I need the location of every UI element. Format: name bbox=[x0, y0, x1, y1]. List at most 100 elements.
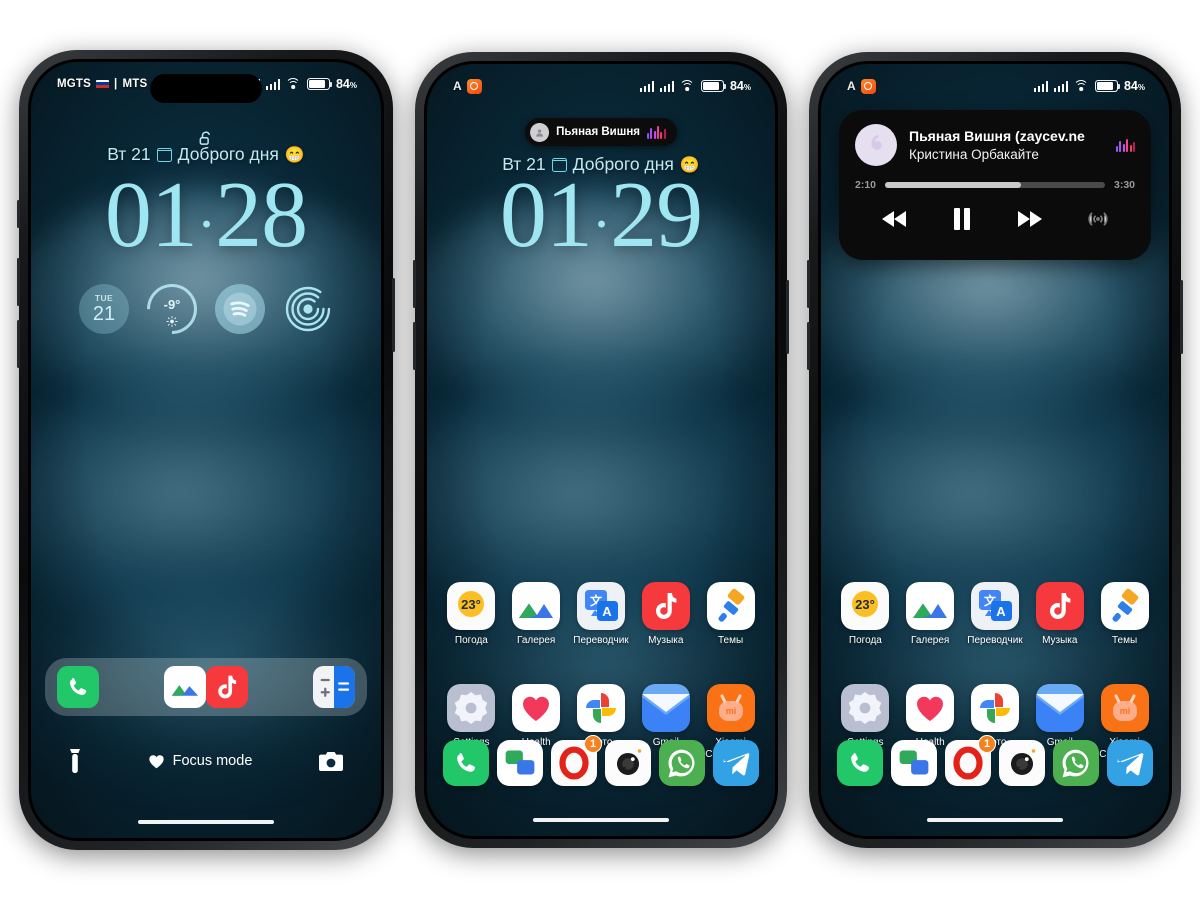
media-artist: Кристина Орбакайте bbox=[909, 146, 1039, 162]
volume-down-button[interactable] bbox=[807, 322, 810, 370]
dynamic-island[interactable] bbox=[150, 74, 262, 103]
volume-up-button[interactable] bbox=[17, 258, 20, 306]
phone-bezel: MGTS | MTS 84% Вт 21 Доброго дня 😁 01·28… bbox=[28, 59, 384, 841]
dock-icon-phone[interactable] bbox=[443, 740, 489, 786]
gallery-icon bbox=[512, 582, 561, 630]
media-player-card[interactable]: Пьяная Вишня (zaycev.ne Кристина Орбакай… bbox=[839, 110, 1151, 260]
focus-mode-indicator[interactable]: Focus mode bbox=[148, 753, 252, 769]
volume-up-button[interactable] bbox=[807, 260, 810, 308]
phone-3-screen[interactable]: A 84% Пьяная Вишня (zaycev.ne Кристина О… bbox=[821, 64, 1169, 836]
notification-badge-icon bbox=[860, 78, 876, 94]
power-button[interactable] bbox=[392, 278, 395, 352]
calendar-daynumber: 21 bbox=[92, 303, 116, 326]
app-label: Погода bbox=[848, 635, 882, 646]
app-music[interactable]: Музыка bbox=[637, 582, 695, 647]
dynamic-island-now-playing[interactable]: Пьяная Вишня bbox=[525, 118, 677, 146]
rewind-button[interactable] bbox=[881, 209, 909, 229]
dock-icon-messages[interactable] bbox=[497, 740, 543, 786]
track-avatar-icon bbox=[530, 122, 550, 142]
volume-down-button[interactable] bbox=[413, 322, 416, 370]
carrier-1-label: MGTS bbox=[57, 78, 92, 90]
app-themes[interactable]: Темы bbox=[1096, 582, 1154, 647]
dock-icon-camera[interactable] bbox=[999, 740, 1045, 786]
home-indicator[interactable] bbox=[138, 819, 274, 824]
dock-icon-phone[interactable] bbox=[837, 740, 883, 786]
pause-button[interactable] bbox=[952, 207, 972, 231]
battery-percent: 84% bbox=[335, 77, 357, 91]
app-themes[interactable]: Темы bbox=[702, 582, 760, 647]
dock-icon-telegram[interactable] bbox=[713, 740, 759, 786]
opera-badge: 1 bbox=[978, 735, 996, 753]
status-bar-indicators: 84% bbox=[639, 79, 751, 93]
phone-2-screen[interactable]: A 84% Пьяная Вишня Вт 21 Доброго дня 😁 0… bbox=[427, 64, 775, 836]
app-translate[interactable]: 文A Переводчик bbox=[572, 582, 630, 647]
app-gallery[interactable]: Галерея bbox=[901, 582, 959, 647]
app-label: Музыка bbox=[648, 635, 684, 646]
equalizer-icon bbox=[1116, 138, 1135, 152]
dock-icon-telegram[interactable] bbox=[1107, 740, 1153, 786]
widget-calendar[interactable]: TUE 21 bbox=[79, 284, 129, 334]
media-duration: 3:30 bbox=[1113, 179, 1135, 191]
widget-weather[interactable]: -9° bbox=[136, 273, 208, 345]
app-label: Переводчик bbox=[967, 635, 1023, 646]
dock-icon-whatsapp[interactable] bbox=[659, 740, 705, 786]
media-progress-row: 2:10 3:30 bbox=[855, 179, 1135, 191]
app-grid-row-1: 23° Погода Галерея 文A Переводчик Музыка … bbox=[427, 582, 775, 647]
dock-icon-whatsapp[interactable] bbox=[1053, 740, 1099, 786]
dock-icon-gallery[interactable] bbox=[164, 666, 206, 708]
dock-icon-opera[interactable]: 1 bbox=[945, 735, 996, 786]
dock-icon-music[interactable] bbox=[206, 666, 248, 708]
dock-icon-calculator[interactable] bbox=[313, 666, 355, 708]
flashlight-icon[interactable] bbox=[69, 748, 81, 774]
translate-icon: 文A bbox=[970, 582, 1019, 630]
lockscreen-widgets: TUE 21 -9° bbox=[31, 273, 381, 345]
power-button[interactable] bbox=[1180, 280, 1183, 354]
gallery-icon bbox=[906, 582, 955, 630]
app-label: Переводчик bbox=[573, 635, 629, 646]
now-playing-title: Пьяная Вишня bbox=[556, 126, 640, 138]
calendar-weekday: TUE bbox=[94, 292, 114, 303]
sun-icon bbox=[166, 316, 178, 327]
dock-icon-camera[interactable] bbox=[605, 740, 651, 786]
dock-icon-phone[interactable] bbox=[57, 666, 99, 708]
weather-ring-icon bbox=[136, 273, 208, 345]
settings-icon bbox=[447, 684, 496, 732]
dock-icon-messages[interactable] bbox=[891, 740, 937, 786]
app-weather[interactable]: 23° Погода bbox=[442, 582, 500, 647]
forward-button[interactable] bbox=[1015, 209, 1043, 229]
power-button[interactable] bbox=[786, 280, 789, 354]
widget-rings[interactable] bbox=[283, 284, 333, 334]
app-music[interactable]: Музыка bbox=[1031, 582, 1089, 647]
homescreen-clock: 01·29 bbox=[427, 168, 775, 262]
volume-down-button[interactable] bbox=[17, 320, 20, 368]
lockscreen-date-row: Вт 21 Доброго дня 😁 bbox=[31, 144, 381, 165]
lockscreen-date: Вт 21 bbox=[107, 144, 151, 164]
wifi-icon bbox=[1073, 80, 1089, 92]
volume-up-button[interactable] bbox=[413, 260, 416, 308]
media-seek-bar[interactable] bbox=[885, 182, 1105, 188]
home-indicator[interactable] bbox=[533, 817, 669, 822]
home-indicator[interactable] bbox=[927, 817, 1063, 822]
equalizer-icon bbox=[646, 125, 666, 139]
app-translate[interactable]: 文A Переводчик bbox=[966, 582, 1024, 647]
phone-2-homescreen: A 84% Пьяная Вишня Вт 21 Доброго дня 😁 0… bbox=[413, 52, 789, 848]
media-elapsed-time: 2:10 bbox=[855, 179, 877, 191]
phone-bezel: A 84% Пьяная Вишня (zaycev.ne Кристина О… bbox=[818, 61, 1172, 839]
airplay-button[interactable] bbox=[1086, 207, 1110, 231]
app-gallery[interactable]: Галерея bbox=[507, 582, 565, 647]
unlock-icon bbox=[199, 131, 210, 145]
status-bar-indicators: 84% bbox=[1033, 79, 1145, 93]
lockscreen-greeting: Доброго дня bbox=[177, 144, 279, 164]
app-weather[interactable]: 23° Погода bbox=[836, 582, 894, 647]
widget-spotify[interactable] bbox=[215, 284, 265, 334]
clock-hours: 01 bbox=[104, 163, 198, 267]
svg-text:A: A bbox=[602, 604, 612, 619]
wifi-icon bbox=[679, 80, 695, 92]
russia-flag-icon bbox=[96, 79, 110, 89]
camera-icon[interactable] bbox=[318, 751, 343, 771]
phone-1-screen[interactable]: MGTS | MTS 84% Вт 21 Доброго дня 😁 01·28… bbox=[31, 62, 381, 838]
dock-icon-opera[interactable]: 1 bbox=[551, 735, 602, 786]
music-icon bbox=[641, 582, 690, 630]
mute-switch[interactable] bbox=[17, 200, 20, 228]
battery-percent: 84% bbox=[1123, 79, 1145, 93]
